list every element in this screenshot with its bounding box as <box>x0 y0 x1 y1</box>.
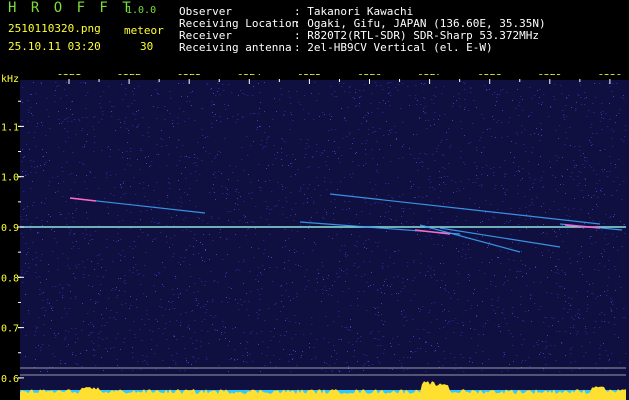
time-tick-label: 0325 <box>297 74 321 78</box>
time-tick-label: 0327 <box>418 74 442 78</box>
app-version: 1.0.0 <box>126 5 157 16</box>
file-name: 2510110320.png <box>8 22 101 35</box>
freq-tick-label: 0.6 <box>1 374 19 385</box>
freq-tick-label: 0.8 <box>1 273 19 284</box>
mode-label: meteor <box>124 24 164 37</box>
antenna-label: Receiving antenna <box>179 41 292 54</box>
date-time: 25.10.11 03:20 <box>8 40 101 53</box>
freq-tick-label: 0.7 <box>1 324 19 335</box>
time-tick-label: 0326 <box>357 74 381 78</box>
time-tick-label: 0323 <box>177 74 201 78</box>
antenna-value: : 2el-HB9CV Vertical (el. E-W) <box>294 41 493 54</box>
time-tick-label: 0321 <box>57 74 81 78</box>
time-tick-label: 0324 <box>237 74 261 78</box>
freq-unit-label: kHz <box>1 74 19 85</box>
time-tick-label: 0329 <box>538 74 562 78</box>
time-tick-label: 0330 <box>598 74 622 78</box>
app-title: H R O F F T <box>8 0 134 16</box>
freq-tick-label: 1.0 <box>1 173 19 184</box>
freq-tick-label: 0.9 <box>1 223 19 234</box>
header-panel: H R O F F T 1.0.0 2510110320.png meteor … <box>0 0 629 74</box>
spectrogram-plot: 0321 0322 0323 0324 0325 0326 0327 0328 0329 0330… <box>1 74 629 400</box>
freq-tick-label: 1.1 <box>1 122 19 133</box>
time-tick-label: 0328 <box>478 74 502 78</box>
time-tick-label: 0322 <box>117 74 141 78</box>
plot-background <box>20 80 629 400</box>
meteor-count: 30 <box>140 40 154 53</box>
